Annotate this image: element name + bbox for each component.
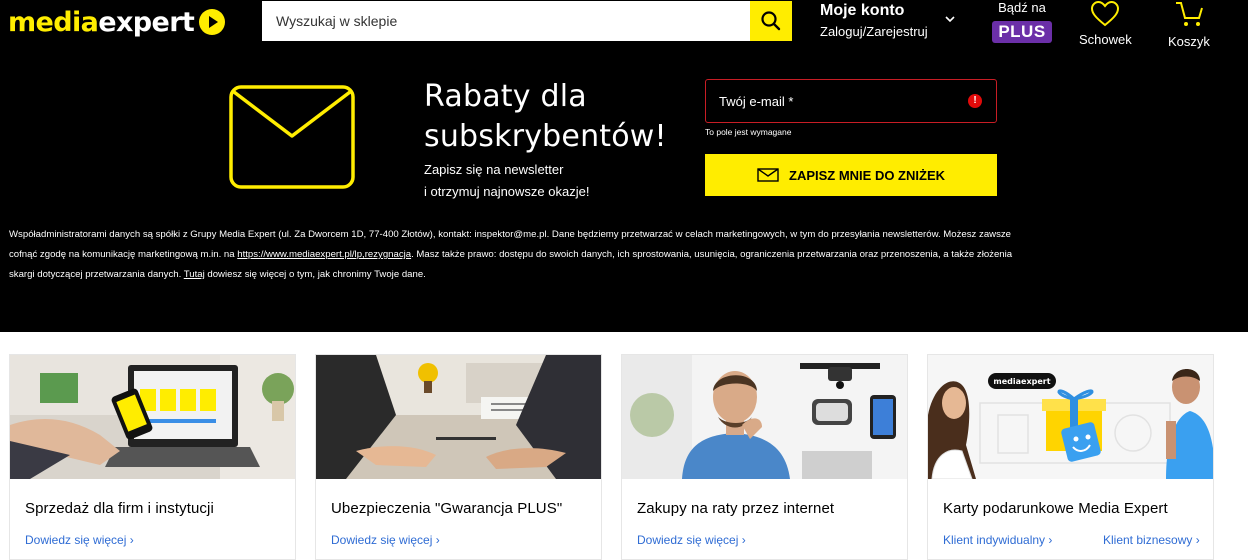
card-image-installments: [622, 355, 907, 479]
newsletter-section: mediaexpert Moje konto Zaloguj/Zarejestr…: [0, 0, 1248, 332]
card-image-logo: mediaexpert: [993, 377, 1050, 386]
search-input[interactable]: [262, 1, 750, 41]
card-more-link[interactable]: Dowiedz się więcej ›: [25, 533, 134, 547]
envelope-icon: [229, 85, 355, 189]
mail-icon: [757, 168, 779, 182]
logo[interactable]: mediaexpert: [8, 4, 226, 40]
card-title: Zakupy na raty przez internet: [637, 500, 835, 517]
search-bar: [262, 1, 792, 41]
promo-cards: Sprzedaż dla firm i instytucji Dowiedz s…: [0, 332, 1248, 560]
privacy-more-link[interactable]: Tutaj: [184, 269, 205, 280]
email-field: !: [705, 79, 997, 123]
plus-program[interactable]: Bądź na PLUS: [992, 0, 1052, 43]
logo-text: mediaexpert: [8, 6, 195, 38]
card-installments[interactable]: Zakupy na raty przez internet Dowiedz si…: [621, 354, 908, 560]
newsletter-description: Zapisz się na newsletter i otrzymuj najn…: [424, 162, 590, 199]
email-error-message: To pole jest wymagane: [705, 127, 792, 137]
subscribe-button[interactable]: ZAPISZ MNIE DO ZNIŻEK: [705, 154, 997, 196]
unsubscribe-link[interactable]: https://www.mediaexpert.pl/lp,rezygnacja: [237, 249, 411, 260]
heart-icon: [1091, 0, 1120, 27]
card-more-link[interactable]: Dowiedz się więcej ›: [331, 533, 440, 547]
card-title: Sprzedaż dla firm i instytucji: [25, 500, 214, 517]
card-image-insurance: [316, 355, 601, 479]
card-link-business[interactable]: Klient biznesowy ›: [1103, 533, 1200, 547]
card-image-gift: mediaexpert: [928, 355, 1213, 479]
account-menu[interactable]: Moje konto Zaloguj/Zarejestruj: [820, 0, 928, 39]
search-icon: [761, 11, 781, 31]
account-title: Moje konto: [820, 2, 905, 19]
subscribe-label: ZAPISZ MNIE DO ZNIŻEK: [789, 167, 945, 183]
card-business-sales[interactable]: Sprzedaż dla firm i instytucji Dowiedz s…: [9, 354, 296, 560]
email-input[interactable]: [719, 93, 968, 109]
card-title: Ubezpieczenia "Gwarancja PLUS": [331, 500, 563, 517]
card-more-link[interactable]: Dowiedz się więcej ›: [637, 533, 746, 547]
card-image-business: [10, 355, 295, 479]
card-insurance[interactable]: Ubezpieczenia "Gwarancja PLUS" Dowiedz s…: [315, 354, 602, 560]
wishlist-label: Schowek: [1079, 32, 1132, 47]
privacy-notice: Współadministratorami danych są spółki z…: [9, 229, 1013, 280]
cart-icon: [1175, 2, 1203, 26]
error-icon: !: [968, 94, 982, 108]
search-button[interactable]: [750, 1, 792, 41]
card-gift-cards[interactable]: mediaexpert Karty podarunkowe Media Expe…: [927, 354, 1214, 560]
newsletter-title: Rabaty dla subskrybentów!: [424, 79, 667, 154]
chevron-down-icon[interactable]: [943, 14, 957, 24]
cart-button[interactable]: Koszyk: [1168, 0, 1210, 49]
card-title: Karty podarunkowe Media Expert: [943, 500, 1168, 517]
wishlist-button[interactable]: Schowek: [1079, 0, 1132, 47]
card-link-individual[interactable]: Klient indywidualny ›: [943, 533, 1052, 547]
plus-label: Bądź na: [998, 0, 1046, 15]
account-login-link[interactable]: Zaloguj/Zarejestruj: [820, 24, 928, 39]
logo-play-icon: [199, 9, 226, 35]
cart-label: Koszyk: [1168, 34, 1210, 49]
plus-badge: PLUS: [992, 21, 1052, 43]
